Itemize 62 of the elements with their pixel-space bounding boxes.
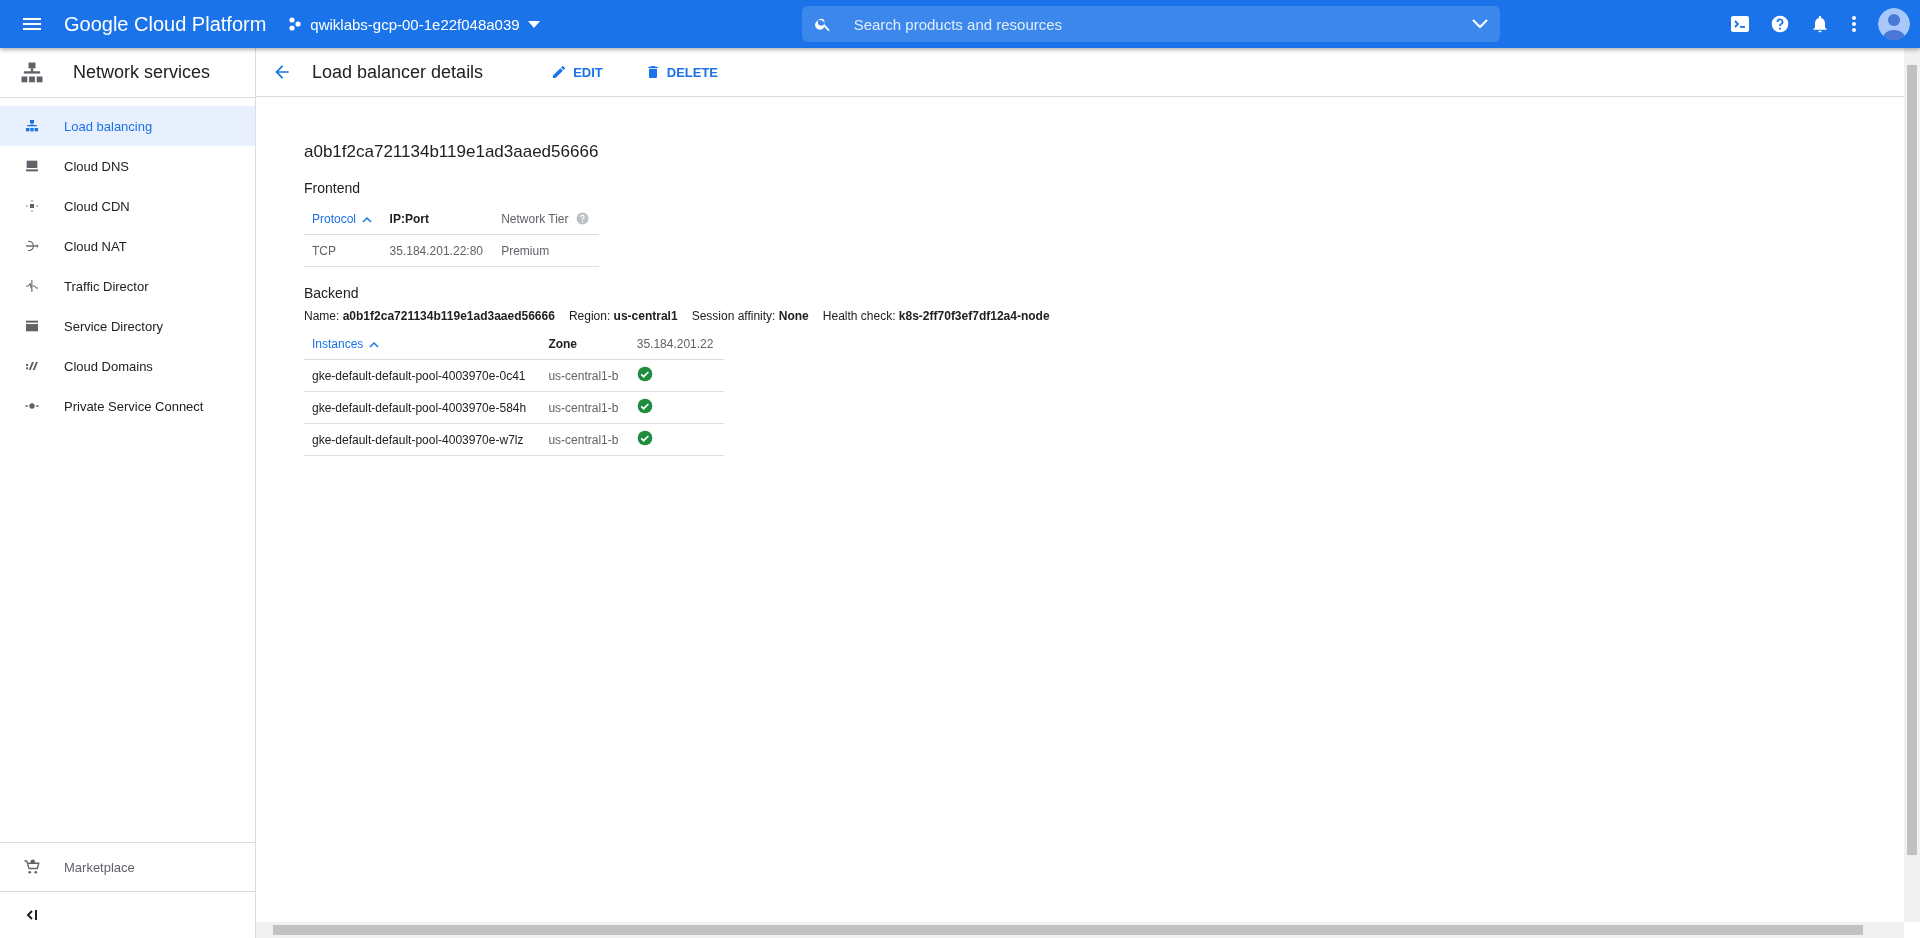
- cart-icon: [23, 858, 41, 876]
- sidebar-item[interactable]: Cloud CDN: [0, 186, 255, 226]
- delete-button[interactable]: DELETE: [636, 58, 727, 86]
- load-balancer-name: a0b1f2ca721134b119e1ad3aaed56666: [304, 142, 600, 162]
- terminal-icon[interactable]: [1730, 14, 1750, 34]
- nav-icon: [24, 158, 40, 174]
- check-circle-icon: [636, 398, 653, 414]
- sidebar-item[interactable]: Traffic Director: [0, 266, 255, 306]
- section-title: Backend: [304, 285, 360, 301]
- sidebar-title: Network services: [73, 62, 211, 83]
- scrollbar-thumb[interactable]: [273, 925, 1863, 935]
- nav-icon: [24, 118, 40, 134]
- more-vert-icon[interactable]: [1850, 14, 1858, 34]
- brand-title[interactable]: Google Cloud Platform: [64, 12, 267, 36]
- nav-icon: [24, 238, 40, 254]
- column-header[interactable]: Protocol: [304, 204, 382, 235]
- nav-icon: [24, 318, 40, 334]
- help-icon[interactable]: [1770, 14, 1790, 34]
- check-circle-icon: [636, 430, 653, 446]
- project-selector[interactable]: qwiklabs-gcp-00-1e22f048a039: [288, 15, 540, 33]
- backend-info: Health check: k8s-2ff70f3ef7df12a4-node: [822, 309, 1050, 323]
- column-header[interactable]: IP:Port: [381, 204, 494, 235]
- sidebar-item[interactable]: Cloud Domains: [0, 346, 255, 386]
- section-title: Frontend: [304, 180, 362, 196]
- column-header[interactable]: 35.184.201.22: [628, 329, 724, 360]
- backend-info: Region: us-central1: [568, 309, 678, 323]
- chevron-down-icon[interactable]: [1471, 19, 1488, 29]
- horizontal-scrollbar[interactable]: [256, 922, 1904, 938]
- edit-button[interactable]: EDIT: [543, 58, 611, 86]
- page-title: Load balancer details: [312, 61, 484, 83]
- table-cell: gke-default-default-pool-4003970e-584h: [304, 391, 541, 424]
- sidebar-item[interactable]: Private Service Connect: [0, 386, 255, 426]
- sidebar-item[interactable]: Cloud NAT: [0, 226, 255, 266]
- caret-icon: [527, 20, 540, 28]
- scrollbar-thumb[interactable]: [1907, 65, 1917, 855]
- sidebar-item[interactable]: Cloud DNS: [0, 146, 255, 186]
- search-field[interactable]: Search products and resources: [801, 6, 1500, 42]
- table-cell: gke-default-default-pool-4003970e-0c41: [304, 359, 541, 392]
- backend-info: Name: a0b1f2ca721134b119e1ad3aaed56666: [304, 309, 555, 323]
- avatar-icon[interactable]: [1878, 8, 1910, 40]
- backend-info: Session affinity: None: [691, 309, 809, 323]
- collapse-icon[interactable]: [26, 909, 38, 921]
- table-cell: gke-default-default-pool-4003970e-w7lz: [304, 423, 541, 456]
- pencil-icon: [551, 64, 568, 80]
- column-header[interactable]: Instances: [304, 329, 541, 360]
- nav-icon: [24, 278, 40, 294]
- column-header[interactable]: Zone: [540, 329, 629, 360]
- table-cell: us-central1-b: [540, 423, 629, 456]
- table-cell: us-central1-b: [540, 391, 629, 424]
- sidebar-item[interactable]: Load balancing: [0, 106, 255, 146]
- marketplace-item[interactable]: Marketplace: [0, 842, 255, 891]
- check-circle-icon: [636, 366, 653, 382]
- sidebar-item[interactable]: Service Directory: [0, 306, 255, 346]
- vertical-scrollbar[interactable]: [1904, 48, 1920, 922]
- table-cell: 35.184.201.22:80: [381, 234, 494, 267]
- search-input[interactable]: Search products and resources: [851, 14, 1472, 34]
- table-cell: Premium: [493, 234, 599, 267]
- column-header[interactable]: Network Tier: [493, 204, 599, 235]
- table-cell: TCP: [304, 234, 382, 267]
- bell-icon[interactable]: [1810, 14, 1830, 34]
- table-cell: us-central1-b: [540, 359, 629, 392]
- dots-icon: [288, 17, 303, 31]
